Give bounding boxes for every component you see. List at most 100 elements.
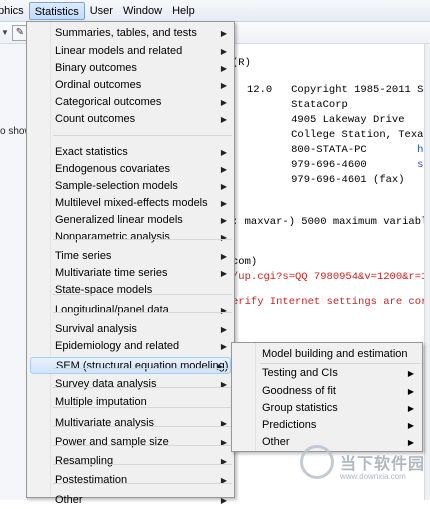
chevron-right-icon: ▶ <box>220 199 227 208</box>
menu-item-multilevel-mixed-effects-models[interactable]: Multilevel mixed-effects models ▶ <box>51 195 234 212</box>
menu-item-longitudinal-panel-data[interactable]: Longitudinal/panel data ▶ <box>51 302 234 319</box>
menu-separator <box>260 363 420 364</box>
menu-item-nonparametric-analysis[interactable]: Nonparametric analysis ▶ <box>51 229 234 246</box>
menu-item-label: Survey data analysis <box>55 378 157 390</box>
menu-separator <box>53 483 232 484</box>
menu-item-generalized-linear-models[interactable]: Generalized linear models ▶ <box>51 212 234 229</box>
dropdown-arrow-icon[interactable]: ▼ <box>1 28 9 37</box>
chevron-right-icon: ▶ <box>220 438 227 447</box>
menu-item-summaries-tables-and-tests[interactable]: Summaries, tables, and tests ▶ <box>51 25 234 42</box>
chevron-right-icon: ▶ <box>220 496 227 505</box>
menu-item-multiple-imputation[interactable]: Multiple imputation <box>51 394 234 411</box>
menu-item-label: Binary outcomes <box>55 62 137 74</box>
menu-item-endogenous-covariates[interactable]: Endogenous covariates ▶ <box>51 161 234 178</box>
watermark-logo-icon <box>300 445 334 479</box>
chevron-right-icon: ▶ <box>220 476 227 485</box>
submenu-item-label: Other <box>262 436 290 448</box>
menu-item-postestimation[interactable]: Postestimation ▶ <box>51 472 234 489</box>
chevron-right-icon: ▶ <box>220 47 227 56</box>
menu-item-time-series[interactable]: Time series ▶ <box>51 248 234 265</box>
menu-item-label: Sample-selection models <box>55 180 178 192</box>
menubar: phics Statistics User Window Help <box>0 0 430 22</box>
menu-item-label: Power and sample size <box>55 436 169 448</box>
submenu-item-goodness-of-fit[interactable]: Goodness of fit ▶ <box>262 383 422 400</box>
menu-item-survival-analysis[interactable]: Survival analysis ▶ <box>51 321 234 338</box>
chevron-right-icon: ▶ <box>220 182 227 191</box>
output-line: : maxvar-) 5000 maximum variables <box>232 216 430 228</box>
menu-separator <box>53 135 232 136</box>
menu-item-count-outcomes[interactable]: Count outcomes ▶ <box>51 111 234 128</box>
menu-separator <box>53 387 232 388</box>
chevron-right-icon: ▶ <box>220 342 227 351</box>
output-line: 979-696-4601 (fax) <box>247 174 405 186</box>
menu-separator <box>53 239 232 240</box>
chevron-right-icon: ▶ <box>220 419 227 428</box>
submenu-item-predictions[interactable]: Predictions ▶ <box>262 417 422 434</box>
menu-item-survey-data-analysis[interactable]: Survey data analysis ▶ <box>51 376 234 393</box>
menu-icon-column <box>232 343 256 451</box>
menu-help[interactable]: Help <box>167 2 200 20</box>
menu-item-resampling[interactable]: Resampling ▶ <box>51 453 234 470</box>
submenu-item-group-statistics[interactable]: Group statistics ▶ <box>262 400 422 417</box>
menu-separator <box>53 464 232 465</box>
menu-icon-column <box>27 22 51 497</box>
menu-item-label: Survival analysis <box>55 323 137 335</box>
menu-item-epidemiology-and-related[interactable]: Epidemiology and related ▶ <box>51 338 234 355</box>
submenu-item-label: Goodness of fit <box>262 385 336 397</box>
menu-item-multivariate-time-series[interactable]: Multivariate time series ▶ <box>51 265 234 282</box>
output-line-error: erify Internet settings are corre <box>232 296 430 308</box>
menu-item-state-space-models[interactable]: State-space models <box>51 282 234 299</box>
menu-item-label: Other <box>55 494 83 506</box>
menu-item-exact-statistics[interactable]: Exact statistics ▶ <box>51 144 234 161</box>
menu-item-sem-structural-equation-modeling[interactable]: SEM (structural equation modeling) ▶ <box>30 357 231 374</box>
menu-item-label: Multivariate time series <box>55 267 168 279</box>
output-line: 979-696-4600 stat <box>247 159 430 171</box>
menu-item-label: Multilevel mixed-effects models <box>55 197 208 209</box>
statistics-menu: Summaries, tables, and tests ▶ Linear mode… <box>26 21 235 506</box>
chevron-right-icon: ▶ <box>220 233 227 242</box>
chevron-right-icon: ▶ <box>220 380 227 389</box>
menu-item-label: SEM (structural equation modeling) <box>56 360 229 372</box>
submenu-item-label: Predictions <box>262 419 317 431</box>
chevron-right-icon: ▶ <box>216 362 223 371</box>
menu-item-label: Count outcomes <box>55 113 136 125</box>
menu-item-label: Epidemiology and related <box>55 340 180 352</box>
menu-item-label: Nonparametric analysis <box>55 231 170 243</box>
menu-separator <box>53 312 232 313</box>
chevron-right-icon: ▶ <box>220 165 227 174</box>
chevron-right-icon: ▶ <box>407 421 414 430</box>
menu-item-linear-models-and-related[interactable]: Linear models and related ▶ <box>51 43 234 60</box>
chevron-right-icon: ▶ <box>220 457 227 466</box>
menu-item-categorical-outcomes[interactable]: Categorical outcomes ▶ <box>51 94 234 111</box>
menu-item-other[interactable]: Other ▶ <box>51 492 234 509</box>
output-line-error: /up.cgi?s=QQ 7980954&v=1200&r=1 c <box>232 271 430 283</box>
chevron-right-icon: ▶ <box>220 98 227 107</box>
results-scrollbar[interactable] <box>424 44 430 500</box>
chevron-right-icon: ▶ <box>220 252 227 261</box>
output-line: 800-STATA-PC http <box>247 144 430 156</box>
menu-statistics[interactable]: Statistics <box>28 1 85 20</box>
output-line: StataCorp <box>247 99 348 111</box>
output-line: 4905 Lakeway Drive <box>247 114 405 126</box>
chevron-right-icon: ▶ <box>220 115 227 124</box>
menu-item-sample-selection-models[interactable]: Sample-selection models ▶ <box>51 178 234 195</box>
menu-item-label: Longitudinal/panel data <box>55 304 169 316</box>
chevron-right-icon: ▶ <box>220 81 227 90</box>
submenu-item-label: Group statistics <box>262 402 338 414</box>
submenu-item-testing-and-cis[interactable]: Testing and CIs ▶ <box>262 365 422 382</box>
menu-item-ordinal-outcomes[interactable]: Ordinal outcomes ▶ <box>51 77 234 94</box>
menu-item-multivariate-analysis[interactable]: Multivariate analysis ▶ <box>51 415 234 432</box>
menu-window[interactable]: Window <box>118 2 167 20</box>
watermark-subtitle: www.downxia.com <box>340 472 406 481</box>
menu-item-power-and-sample-size[interactable]: Power and sample size ▶ <box>51 434 234 451</box>
submenu-item-label: Testing and CIs <box>262 367 338 379</box>
menu-item-binary-outcomes[interactable]: Binary outcomes ▶ <box>51 60 234 77</box>
menu-separator <box>53 407 232 408</box>
menu-item-label: Exact statistics <box>55 146 128 158</box>
menu-user[interactable]: User <box>85 2 118 20</box>
submenu-item-model-building-and-estimation[interactable]: Model building and estimation <box>262 346 422 363</box>
chevron-right-icon: ▶ <box>407 404 414 413</box>
menu-graphics[interactable]: phics <box>0 2 29 20</box>
menu-item-label: Endogenous covariates <box>55 163 170 175</box>
chevron-right-icon: ▶ <box>220 64 227 73</box>
